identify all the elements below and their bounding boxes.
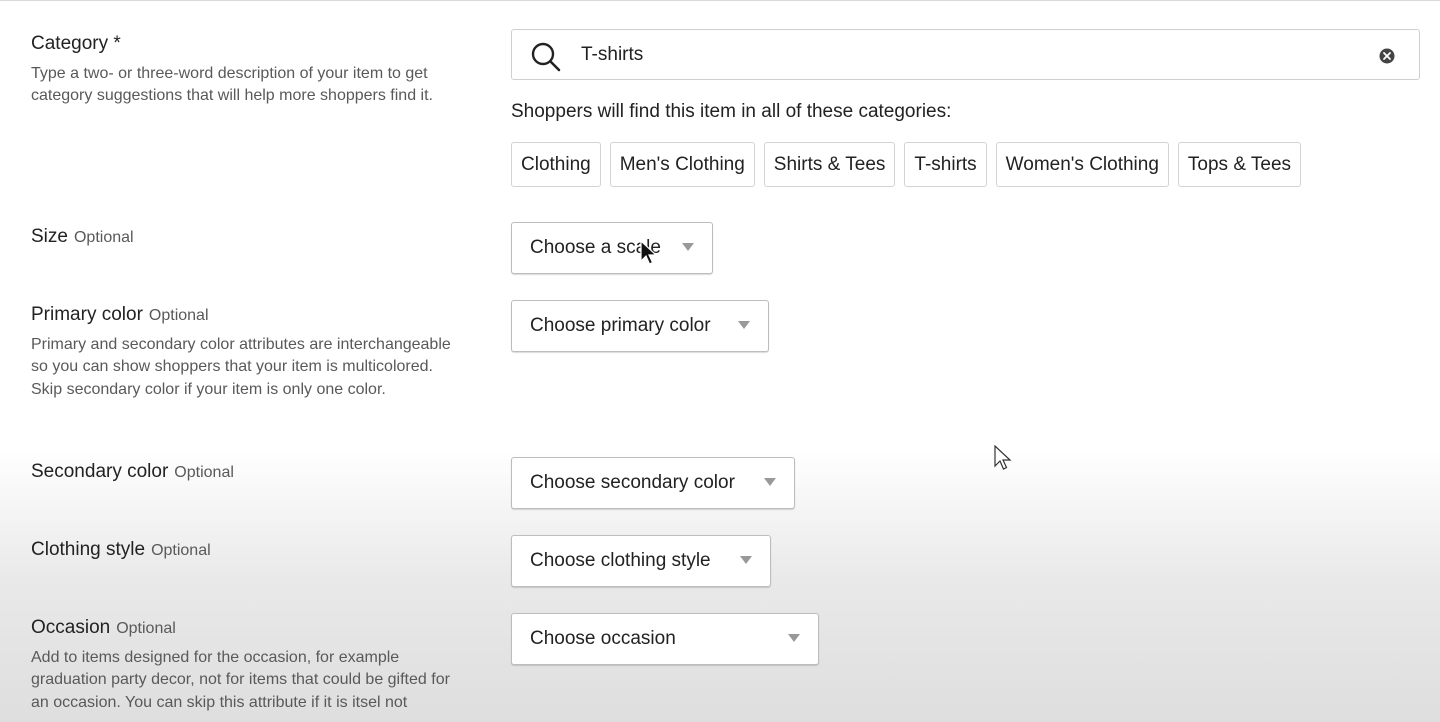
primary-color-label-text: Primary color [31, 304, 143, 325]
chevron-down-icon [764, 478, 776, 486]
primary-color-optional-tag: Optional [148, 307, 209, 324]
top-divider [0, 0, 1440, 1]
secondary-color-select[interactable]: Choose secondary color [511, 457, 795, 509]
size-optional-tag: Optional [73, 229, 134, 246]
size-label-text: Size [31, 226, 68, 247]
occasion-description: Add to items designed for the occasion, … [31, 649, 450, 711]
mouse-pointer-icon [994, 445, 1012, 470]
occasion-optional-tag: Optional [116, 620, 176, 637]
chevron-down-icon [740, 556, 752, 564]
secondary-color-label-text: Secondary color [31, 461, 169, 482]
search-icon [531, 42, 561, 72]
category-chip[interactable]: Men's Clothing [609, 142, 755, 187]
primary-color-select-value: Choose primary color [530, 315, 711, 336]
secondary-color-select-value: Choose secondary color [530, 472, 735, 493]
secondary-color-optional-tag: Optional [174, 464, 234, 481]
category-chip[interactable]: T-shirts [904, 142, 987, 187]
category-label-text: Category * [31, 33, 121, 54]
category-suggestions-heading: Shoppers will find this item in all of t… [511, 101, 952, 122]
category-chips: Clothing Men's Clothing Shirts & Tees T-… [511, 142, 1302, 187]
secondary-color-label: Secondary color Optional [31, 461, 234, 483]
clothing-style-optional-tag: Optional [151, 542, 211, 559]
occasion-select[interactable]: Choose occasion [511, 613, 819, 665]
chevron-down-icon [738, 321, 750, 329]
occasion-label: Occasion Optional [31, 617, 176, 639]
clothing-style-select-value: Choose clothing style [530, 550, 711, 571]
category-chip[interactable]: Women's Clothing [995, 142, 1169, 187]
primary-color-label: Primary color Optional [31, 304, 209, 326]
primary-color-description: Primary and secondary color attributes a… [31, 336, 451, 398]
chevron-down-icon [788, 634, 800, 642]
occasion-select-value: Choose occasion [530, 628, 676, 649]
category-description: Type a two- or three-word description of… [31, 65, 433, 105]
clothing-style-select[interactable]: Choose clothing style [511, 535, 771, 587]
clothing-style-label: Clothing style Optional [31, 539, 211, 561]
size-scale-select[interactable]: Choose a scale [511, 222, 713, 274]
category-chip[interactable]: Tops & Tees [1177, 142, 1302, 187]
clothing-style-label-text: Clothing style [31, 539, 146, 560]
chevron-down-icon [682, 243, 694, 251]
category-chip[interactable]: Clothing [511, 142, 601, 187]
search-value[interactable]: T-shirts [581, 44, 643, 66]
category-chip[interactable]: Shirts & Tees [763, 142, 896, 187]
size-label: Size Optional [31, 226, 134, 248]
category-label: Category * [31, 33, 121, 55]
clear-icon[interactable] [1379, 48, 1395, 64]
mouse-pointer-icon [640, 240, 658, 265]
primary-color-select[interactable]: Choose primary color [511, 300, 769, 352]
occasion-label-text: Occasion [31, 617, 111, 638]
category-search-input[interactable]: T-shirts [511, 29, 1420, 80]
